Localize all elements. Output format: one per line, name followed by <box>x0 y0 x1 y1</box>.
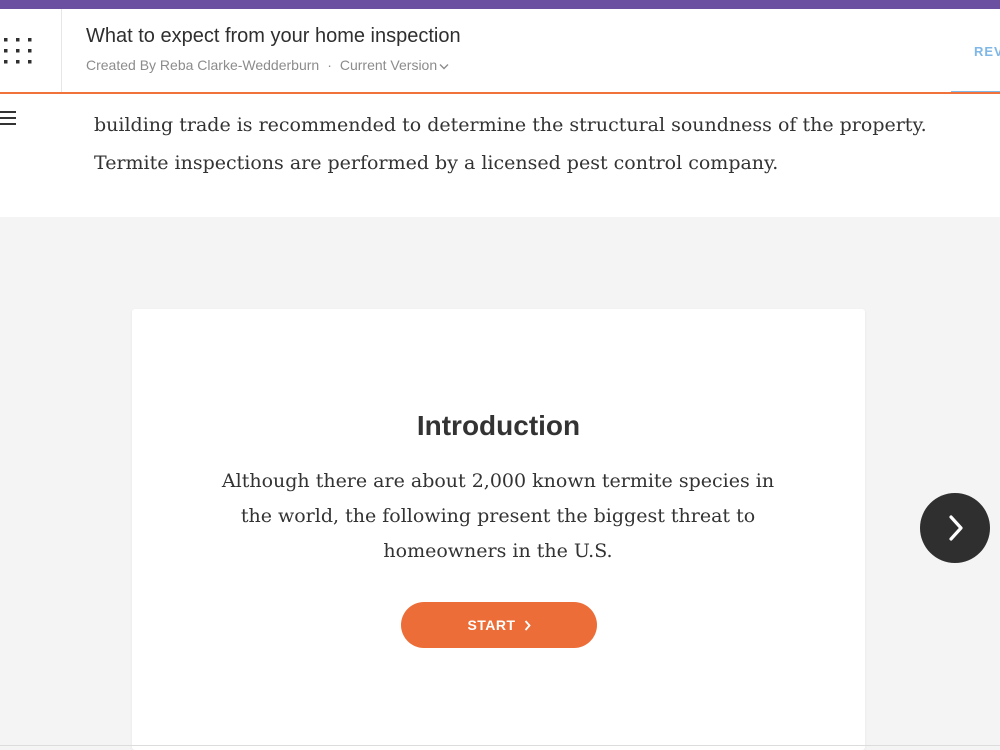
introduction-heading: Introduction <box>416 410 581 441</box>
author-credit: Created By Reba Clarke-Wedderburn <box>86 57 320 73</box>
course-title: What to expect from your home inspection <box>86 25 461 47</box>
apps-menu-button[interactable] <box>0 9 62 93</box>
version-dropdown[interactable]: Current Version <box>340 57 449 73</box>
bottom-divider <box>0 745 1000 746</box>
review-tab[interactable]: REV <box>951 9 1000 93</box>
next-button[interactable] <box>920 493 990 563</box>
introduction-text: Although there are about 2,000 known ter… <box>221 470 775 562</box>
lesson-paragraph: building trade is recommended to determi… <box>94 114 927 174</box>
start-button-label: START <box>467 617 516 633</box>
course-title-block: What to expect from your home inspection… <box>86 25 461 73</box>
introduction-card: Introduction Although there are about 2,… <box>132 309 865 750</box>
chevron-right-icon <box>949 515 963 541</box>
hamburger-menu-icon[interactable] <box>0 111 18 125</box>
chevron-down-icon <box>439 63 449 70</box>
start-button[interactable]: START <box>401 602 597 648</box>
version-label: Current Version <box>339 57 438 73</box>
top-brand-strip <box>0 0 1000 9</box>
course-meta: Created By Reba Clarke-Wedderburn · Curren… <box>86 57 461 73</box>
chevron-right-icon <box>524 620 531 631</box>
progress-rule <box>0 92 1000 94</box>
page-header: What to expect from your home inspection… <box>0 9 1000 94</box>
grid-dots-icon <box>4 38 32 64</box>
meta-separator: · <box>327 57 332 73</box>
